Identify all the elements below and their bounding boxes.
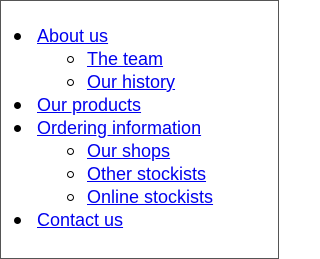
link-ordering-information[interactable]: Ordering information bbox=[37, 118, 201, 138]
page-frame: About us The team Our history Our produc… bbox=[0, 0, 279, 259]
disc-bullet-icon bbox=[14, 217, 21, 224]
circle-bullet-icon bbox=[67, 194, 74, 201]
circle-bullet-icon bbox=[67, 79, 74, 86]
disc-bullet-icon bbox=[14, 33, 21, 40]
ordering-information-submenu: Our shops Other stockists Online stockis… bbox=[67, 140, 273, 209]
nav-item-ordering-information: Ordering information Our shops Other sto… bbox=[14, 117, 273, 209]
nav-subitem-other-stockists: Other stockists bbox=[67, 163, 273, 186]
nav-item-about-us: About us The team Our history bbox=[14, 25, 273, 94]
nav-subitem-online-stockists: Online stockists bbox=[67, 186, 273, 209]
disc-bullet-icon bbox=[14, 125, 21, 132]
link-other-stockists[interactable]: Other stockists bbox=[87, 164, 206, 184]
link-our-history[interactable]: Our history bbox=[87, 72, 175, 92]
link-our-products[interactable]: Our products bbox=[37, 95, 141, 115]
about-us-submenu: The team Our history bbox=[67, 48, 273, 94]
circle-bullet-icon bbox=[67, 171, 74, 178]
link-online-stockists[interactable]: Online stockists bbox=[87, 187, 213, 207]
link-the-team[interactable]: The team bbox=[87, 49, 163, 69]
nav-subitem-our-shops: Our shops bbox=[67, 140, 273, 163]
nav-subitem-the-team: The team bbox=[67, 48, 273, 71]
navigation-list: About us The team Our history Our produc… bbox=[14, 25, 273, 232]
disc-bullet-icon bbox=[14, 102, 21, 109]
nav-item-contact-us: Contact us bbox=[14, 209, 273, 232]
circle-bullet-icon bbox=[67, 56, 74, 63]
nav-subitem-our-history: Our history bbox=[67, 71, 273, 94]
link-our-shops[interactable]: Our shops bbox=[87, 141, 170, 161]
link-contact-us[interactable]: Contact us bbox=[37, 210, 123, 230]
circle-bullet-icon bbox=[67, 148, 74, 155]
nav-item-our-products: Our products bbox=[14, 94, 273, 117]
link-about-us[interactable]: About us bbox=[37, 26, 108, 46]
